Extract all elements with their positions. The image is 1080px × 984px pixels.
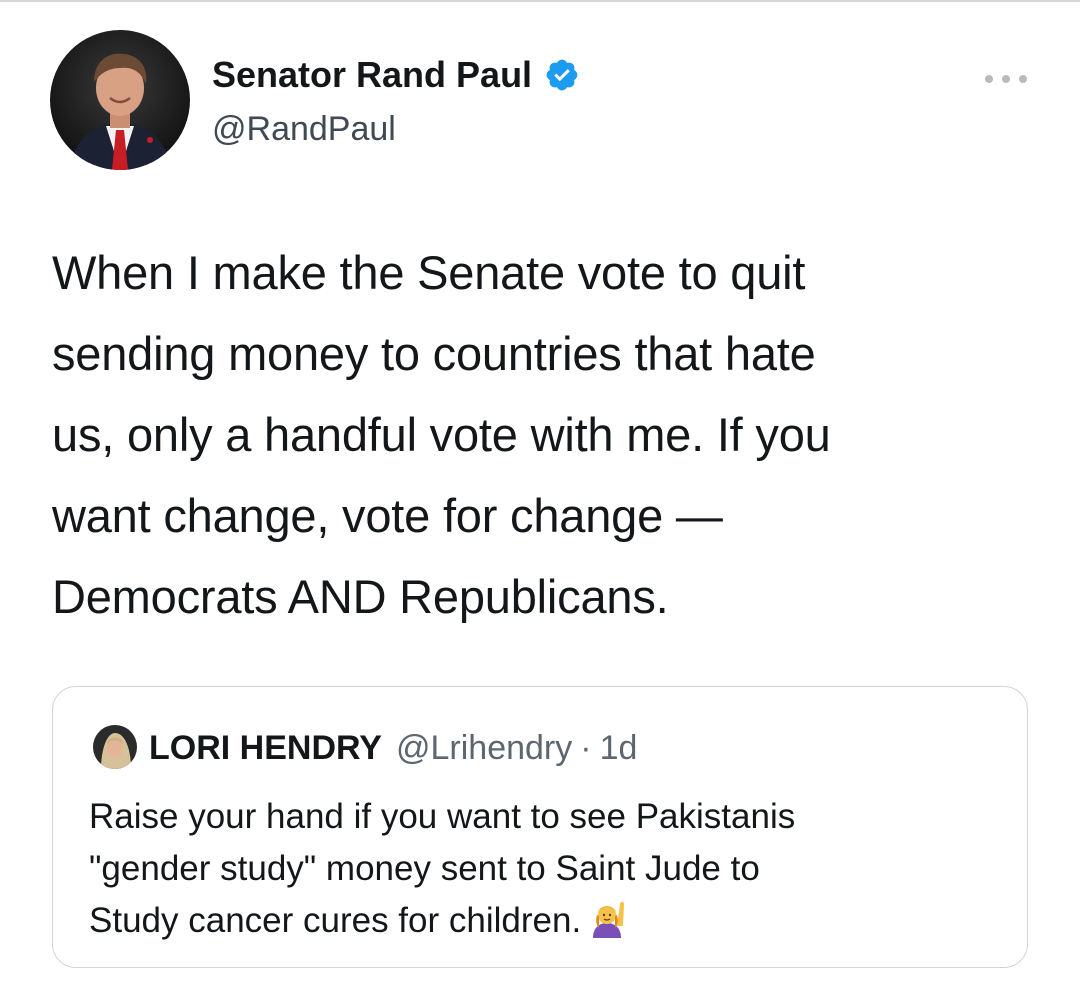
more-options-icon[interactable] [985,72,1027,86]
tweet-text: When I make the Senate vote to quit send… [52,246,831,623]
quoted-tweet-text: Raise your hand if you want to see Pakis… [89,791,989,947]
quoted-tweet-body: Raise your hand if you want to see Pakis… [89,797,796,940]
quoted-author-avatar[interactable] [93,725,137,769]
verified-badge-icon [544,57,580,93]
more-dot [1019,75,1027,83]
quoted-tweet-header: LORI HENDRY @Lrihendry · 1d [149,729,637,768]
quoted-tweet-timestamp[interactable]: 1d [600,729,638,768]
header-separator: · [580,729,592,767]
top-divider [0,0,1080,2]
raising-hand-emoji-icon [587,898,627,938]
author-display-name[interactable]: Senator Rand Paul [212,54,580,96]
quoted-tweet-card[interactable]: LORI HENDRY @Lrihendry · 1d Raise your h… [52,686,1028,968]
more-dot [1002,75,1010,83]
author-avatar[interactable] [50,30,190,170]
more-dot [985,75,993,83]
quoted-author-handle[interactable]: @Lrihendry [396,729,572,768]
author-name-text: Senator Rand Paul [212,54,533,95]
author-handle[interactable]: @RandPaul [212,110,396,149]
quoted-author-name[interactable]: LORI HENDRY [149,729,382,768]
